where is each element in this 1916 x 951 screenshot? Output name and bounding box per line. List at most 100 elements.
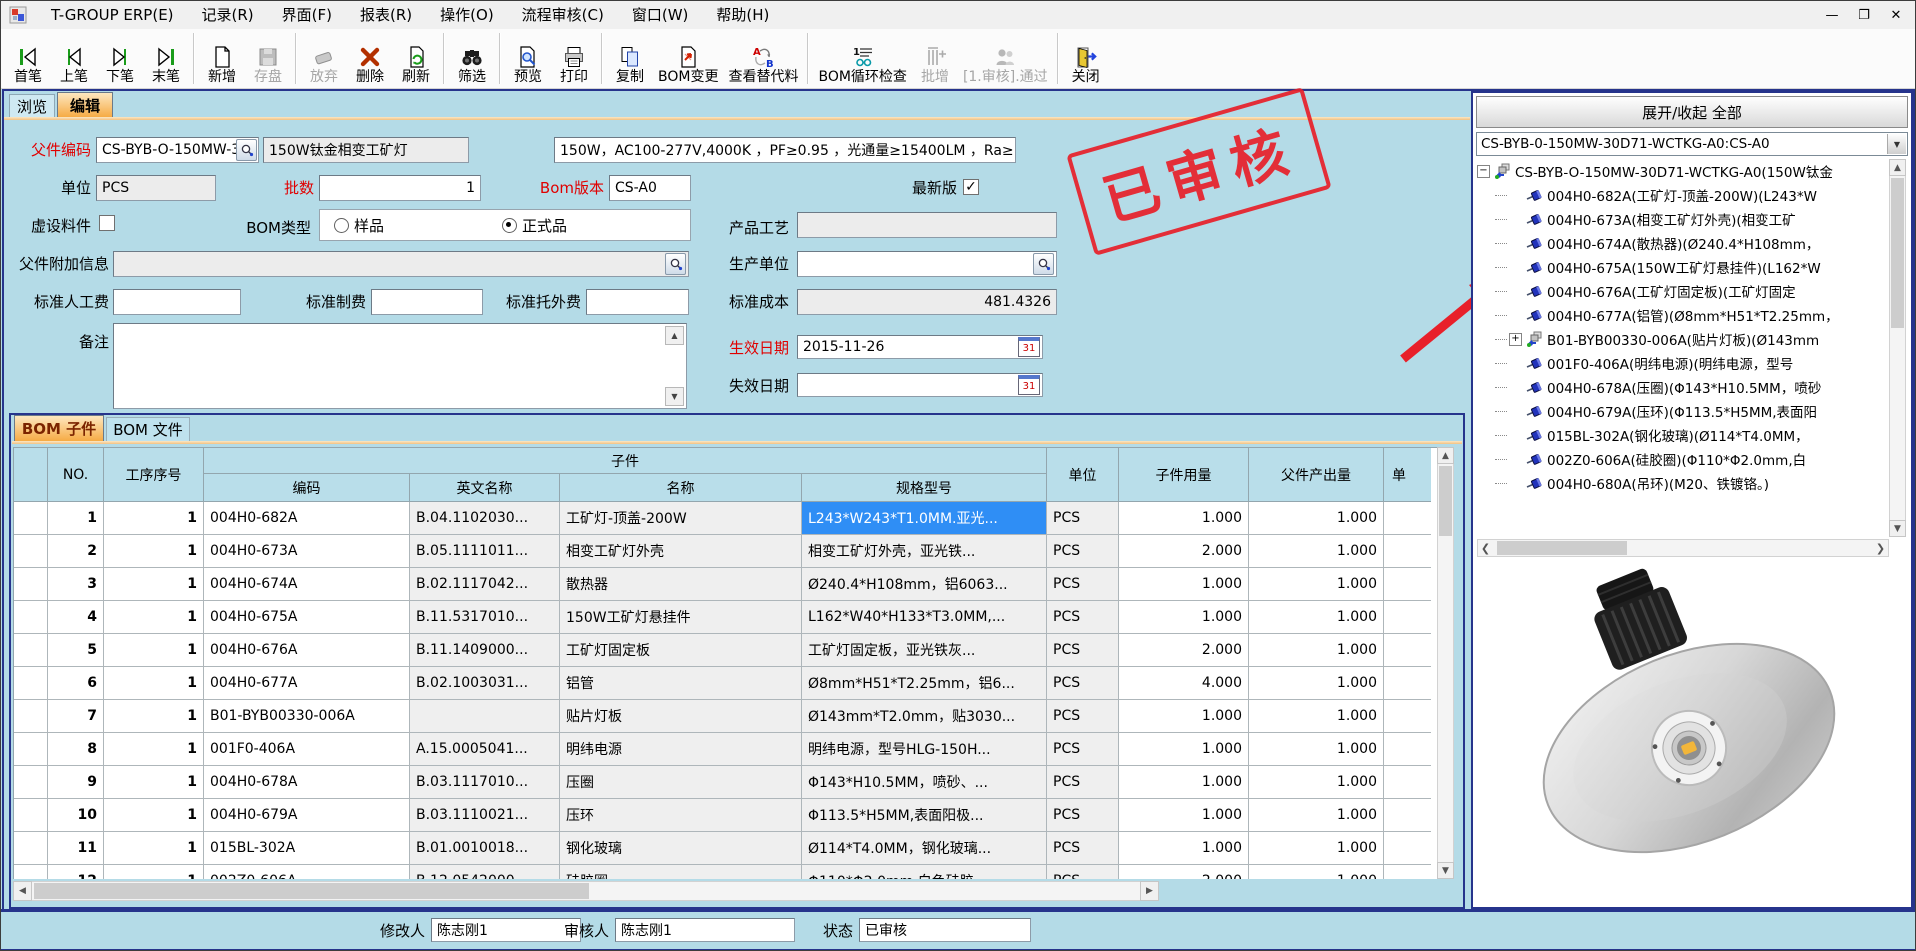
row-unit-cell[interactable]: PCS — [1047, 502, 1119, 535]
row-no-cell[interactable]: 9 — [48, 766, 104, 799]
row-selector-cell[interactable] — [14, 568, 48, 601]
row-no-cell[interactable]: 2 — [48, 535, 104, 568]
toolbar-button-first[interactable]: 首笔 — [5, 29, 51, 88]
row-extra-cell[interactable] — [1384, 601, 1431, 634]
minimize-button[interactable]: — — [1817, 3, 1847, 27]
row-extra-cell[interactable] — [1384, 832, 1431, 865]
row-spec-cell[interactable]: 工矿灯固定板，亚光铁灰... — [802, 634, 1047, 667]
row-code-cell[interactable]: 004H0-674A — [204, 568, 410, 601]
row-parent-qty-cell[interactable]: 1.000 — [1249, 700, 1384, 733]
bom-version-dropdown[interactable]: CS-BYB-0-150MW-30D71-WCTKG-A0:CS-A0 ▼ — [1476, 132, 1908, 156]
row-no-cell[interactable]: 7 — [48, 700, 104, 733]
row-extra-cell[interactable] — [1384, 502, 1431, 535]
row-qty-cell[interactable]: 1.000 — [1119, 733, 1249, 766]
row-unit-cell[interactable]: PCS — [1047, 601, 1119, 634]
row-seq-cell[interactable]: 1 — [104, 832, 204, 865]
row-qty-cell[interactable]: 2.000 — [1119, 535, 1249, 568]
toolbar-button-save[interactable]: 存盘 — [245, 29, 291, 88]
menu-report[interactable]: 报表(R) — [346, 1, 426, 29]
tree-item[interactable]: 004H0-680A(吊环)(M20、铁镀铬。) — [1477, 471, 1889, 495]
tree-item[interactable]: 004H0-673A(相变工矿灯外壳)(相变工矿 — [1477, 207, 1889, 231]
row-en-cell[interactable]: B.02.1117042... — [410, 568, 560, 601]
row-unit-cell[interactable]: PCS — [1047, 733, 1119, 766]
row-seq-cell[interactable]: 1 — [104, 535, 204, 568]
row-seq-cell[interactable]: 1 — [104, 865, 204, 879]
effective-date-input[interactable]: 2015-11-26 — [797, 335, 1043, 359]
tree-expand-box[interactable] — [1477, 165, 1490, 178]
row-qty-cell[interactable]: 1.000 — [1119, 799, 1249, 832]
row-en-cell[interactable]: B.12.0542000... — [410, 865, 560, 879]
row-spec-cell[interactable]: Ø143mm*T2.0mm，贴3030... — [802, 700, 1047, 733]
row-unit-cell[interactable]: PCS — [1047, 832, 1119, 865]
tree-item[interactable]: 001F0-406A(明纬电源)(明纬电源，型号 — [1477, 351, 1889, 375]
tree-expand-box[interactable] — [1509, 333, 1522, 346]
row-unit-cell[interactable]: PCS — [1047, 667, 1119, 700]
toolbar-button-next[interactable]: 下笔 — [97, 29, 143, 88]
row-name-cell[interactable]: 明纬电源 — [560, 733, 802, 766]
tree-item[interactable]: CS-BYB-O-150MW-30D71-WCTKG-A0(150W钛金 — [1477, 159, 1889, 183]
row-name-cell[interactable]: 工矿灯-顶盖-200W — [560, 502, 802, 535]
row-qty-cell[interactable]: 1.000 — [1119, 700, 1249, 733]
parent-code-lookup-button[interactable] — [236, 139, 257, 161]
row-seq-cell[interactable]: 1 — [104, 667, 204, 700]
virtual-part-checkbox[interactable] — [99, 215, 115, 231]
row-name-cell[interactable]: 钢化玻璃 — [560, 832, 802, 865]
table-scroll-left-button[interactable]: ◀ — [13, 881, 32, 901]
row-en-cell[interactable]: B.03.1110021... — [410, 799, 560, 832]
row-parent-qty-cell[interactable]: 1.000 — [1249, 601, 1384, 634]
row-en-cell[interactable]: B.05.1111011... — [410, 535, 560, 568]
remark-textarea[interactable] — [113, 323, 687, 409]
row-seq-cell[interactable]: 1 — [104, 733, 204, 766]
row-seq-cell[interactable]: 1 — [104, 502, 204, 535]
table-row[interactable]: 7 1 B01-BYB00330-006A 贴片灯板 Ø143mm*T2.0mm… — [14, 700, 1437, 733]
row-spec-cell[interactable]: Ø240.4*H108mm，铝6063... — [802, 568, 1047, 601]
row-seq-cell[interactable]: 1 — [104, 766, 204, 799]
row-name-cell[interactable]: 150W工矿灯悬挂件 — [560, 601, 802, 634]
toolbar-button-preview[interactable]: 预览 — [505, 29, 551, 88]
menu-operate[interactable]: 操作(O) — [426, 1, 508, 29]
tree-item[interactable]: 004H0-675A(150W工矿灯悬挂件)(L162*W — [1477, 255, 1889, 279]
table-row[interactable]: 1 1 004H0-682A B.04.1102030... 工矿灯-顶盖-20… — [14, 502, 1437, 535]
row-name-cell[interactable]: 贴片灯板 — [560, 700, 802, 733]
row-spec-cell[interactable]: Φ113.5*H5MM,表面阳极... — [802, 799, 1047, 832]
row-parent-qty-cell[interactable]: 1.000 — [1249, 634, 1384, 667]
tree-item[interactable]: 004H0-682A(工矿灯-顶盖-200W)(L243*W — [1477, 183, 1889, 207]
expire-date-calendar-button[interactable]: 31 — [1018, 375, 1040, 395]
row-parent-qty-cell[interactable]: 1.000 — [1249, 766, 1384, 799]
table-scroll-up-button[interactable]: ▲ — [1437, 447, 1454, 464]
toolbar-button-batch-add[interactable]: 批增 — [912, 29, 958, 88]
row-code-cell[interactable]: 002Z0-606A — [204, 865, 410, 879]
row-extra-cell[interactable] — [1384, 766, 1431, 799]
row-unit-cell[interactable]: PCS — [1047, 634, 1119, 667]
row-seq-cell[interactable]: 1 — [104, 700, 204, 733]
table-scroll-right-button[interactable]: ▶ — [1140, 881, 1159, 901]
row-spec-cell[interactable]: Ø8mm*H51*T2.25mm，铝6... — [802, 667, 1047, 700]
row-qty-cell[interactable]: 2.000 — [1119, 865, 1249, 879]
toolbar-button-last[interactable]: 末笔 — [143, 29, 189, 88]
row-code-cell[interactable]: 015BL-302A — [204, 832, 410, 865]
row-name-cell[interactable]: 硅胶圈 — [560, 865, 802, 879]
row-extra-cell[interactable] — [1384, 865, 1431, 879]
table-scroll-down-button[interactable]: ▼ — [1437, 862, 1454, 879]
row-parent-qty-cell[interactable]: 1.000 — [1249, 865, 1384, 879]
row-parent-qty-cell[interactable]: 1.000 — [1249, 568, 1384, 601]
row-en-cell[interactable] — [410, 700, 560, 733]
table-row[interactable]: 6 1 004H0-677A B.02.1003031... 铝管 Ø8mm*H… — [14, 667, 1437, 700]
menu-app[interactable]: T-GROUP ERP(E) — [37, 1, 188, 29]
effective-date-calendar-button[interactable]: 31 — [1018, 337, 1040, 357]
row-code-cell[interactable]: 001F0-406A — [204, 733, 410, 766]
row-selector-cell[interactable] — [14, 601, 48, 634]
expire-date-input[interactable] — [797, 373, 1043, 397]
row-code-cell[interactable]: 004H0-682A — [204, 502, 410, 535]
row-extra-cell[interactable] — [1384, 700, 1431, 733]
menu-record[interactable]: 记录(R) — [188, 1, 268, 29]
table-row[interactable]: 4 1 004H0-675A B.11.5317010... 150W工矿灯悬挂… — [14, 601, 1437, 634]
row-no-cell[interactable]: 3 — [48, 568, 104, 601]
row-extra-cell[interactable] — [1384, 799, 1431, 832]
row-code-cell[interactable]: 004H0-676A — [204, 634, 410, 667]
row-en-cell[interactable]: B.01.0010018... — [410, 832, 560, 865]
tree-item[interactable]: 004H0-677A(铝管)(Ø8mm*H51*T2.25mm， — [1477, 303, 1889, 327]
row-parent-qty-cell[interactable]: 1.000 — [1249, 502, 1384, 535]
row-extra-cell[interactable] — [1384, 667, 1431, 700]
row-selector-cell[interactable] — [14, 634, 48, 667]
